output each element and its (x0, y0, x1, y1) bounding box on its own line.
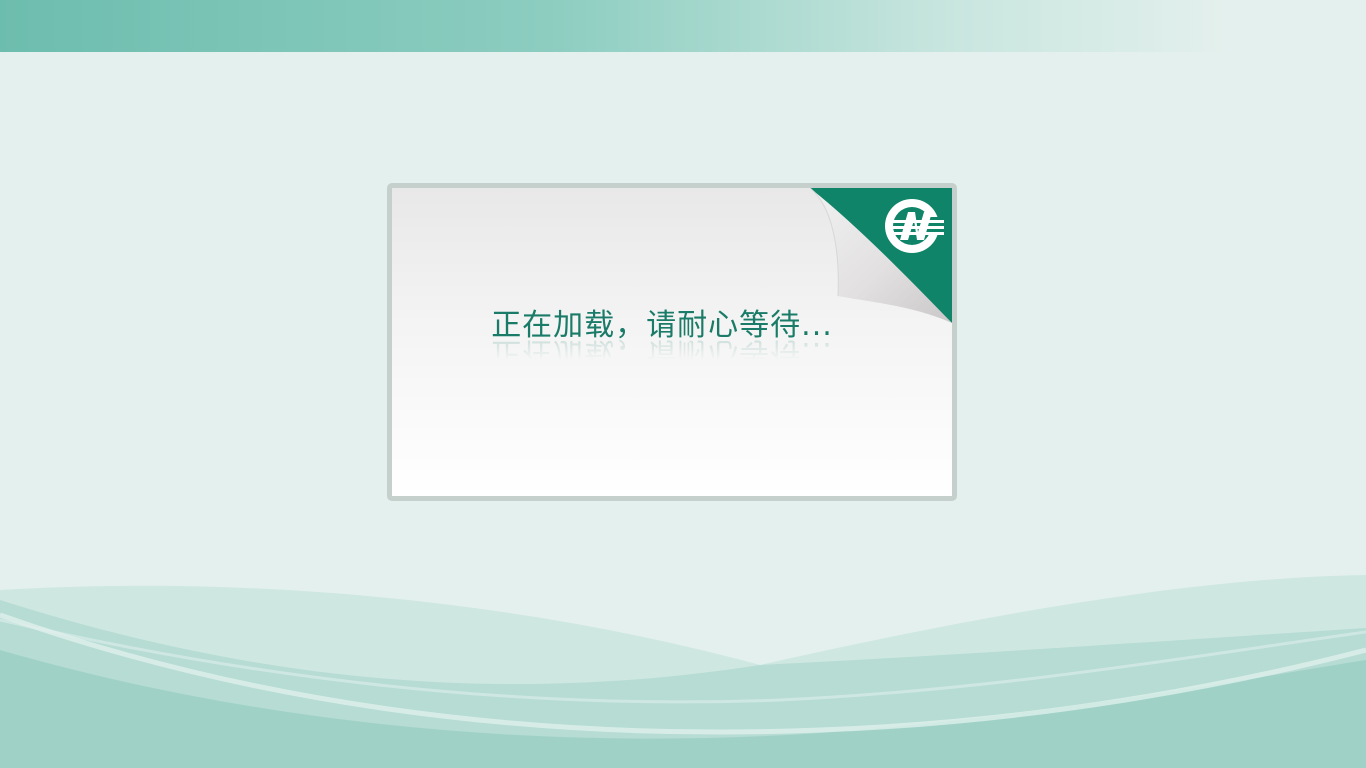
loading-message-reflection: 正在加载，请耐心等待... (491, 335, 833, 370)
top-banner (0, 0, 1366, 52)
loading-dialog: 正在加载，请耐心等待... 正在加载，请耐心等待... (387, 183, 957, 501)
background-waves (0, 575, 1366, 768)
